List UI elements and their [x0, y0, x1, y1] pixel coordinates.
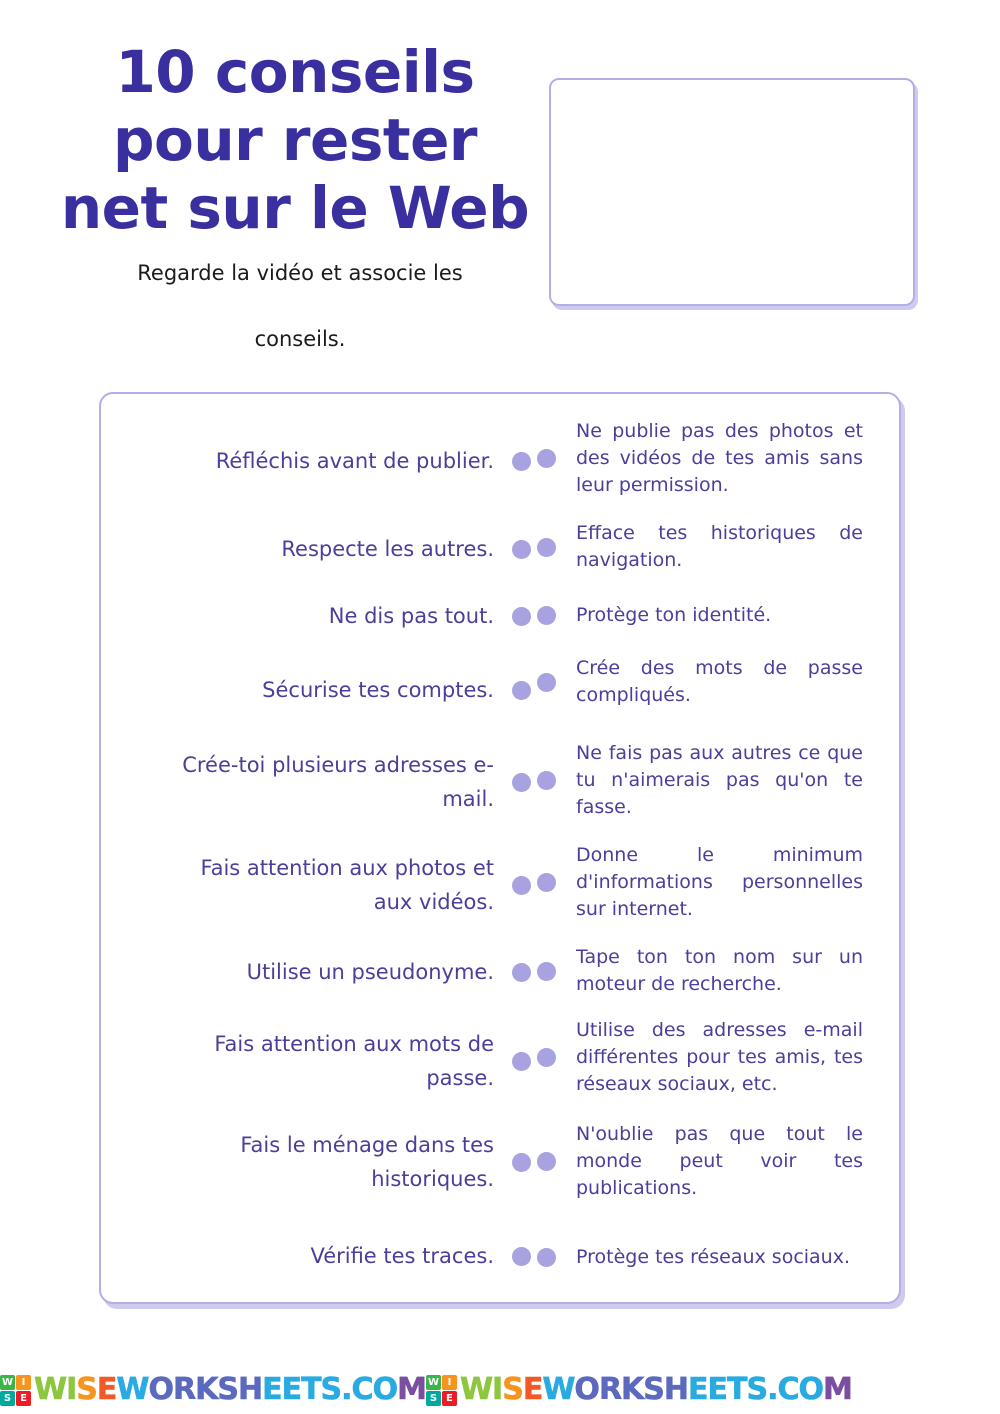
match-row: Protège tes réseaux sociaux.	[537, 1244, 883, 1271]
left-item-label: Crée-toi plusieurs adresses e-mail.	[182, 753, 494, 811]
left-connector-dot[interactable]	[512, 539, 531, 559]
right-item-label: Utilise des adresses e-mail différentes …	[576, 1018, 863, 1095]
left-item-label: Fais attention aux photos et aux vidéos.	[200, 856, 494, 914]
right-connector-dot[interactable]	[537, 537, 556, 557]
logo-tile-s: S	[425, 1390, 441, 1406]
match-row: Tape ton ton nom sur un moteur de recher…	[537, 944, 883, 998]
left-connector-dot[interactable]	[512, 772, 531, 792]
match-row: Sécurise tes comptes.	[121, 673, 531, 707]
page-header: 10 conseils pour rester net sur le Web R…	[0, 0, 1000, 370]
matching-exercise-panel: Réfléchis avant de publier. Respecte les …	[99, 392, 901, 1304]
right-connector-dot[interactable]	[537, 1151, 556, 1171]
left-item-label: Ne dis pas tout.	[328, 604, 494, 628]
match-row: Fais attention aux photos et aux vidéos.	[121, 851, 531, 919]
match-row: Respecte les autres.	[121, 532, 531, 566]
left-connector-dot[interactable]	[512, 1246, 531, 1266]
right-item-label: Efface tes historiques de navigation.	[576, 522, 863, 571]
left-item-label: Fais attention aux mots de passe.	[214, 1032, 494, 1090]
right-item-label: Ne fais pas aux autres ce que tu n'aimer…	[576, 741, 863, 818]
logo-tile-i: I	[16, 1374, 31, 1390]
right-item-label: Protège tes réseaux sociaux.	[576, 1245, 851, 1268]
left-connector-dot[interactable]	[512, 1152, 531, 1172]
wiseworksheets-logo-icon: WISE	[0, 1374, 31, 1406]
matching-grid: Réfléchis avant de publier. Respecte les …	[101, 394, 899, 1302]
right-item-label: Donne le minimum d'informations personne…	[576, 843, 863, 920]
match-row: Réfléchis avant de publier.	[121, 444, 531, 478]
left-connector-dot[interactable]	[512, 451, 531, 471]
match-row: Vérifie tes traces.	[121, 1239, 531, 1273]
page-title: 10 conseils pour rester net sur le Web	[60, 38, 530, 242]
watermark-unit: W I S E WISEWORKSHEETS.COM	[0, 1371, 428, 1409]
match-row: Fais le ménage dans tes historiques.	[121, 1128, 531, 1196]
match-row: Ne publie pas des photos et des vidéos d…	[537, 418, 883, 499]
match-row: N'oublie pas que tout le monde peut voir…	[537, 1121, 883, 1202]
right-connector-dot[interactable]	[537, 770, 556, 790]
right-column: Ne publie pas des photos et des vidéos d…	[537, 394, 883, 1302]
right-connector-dot[interactable]	[537, 1047, 556, 1067]
right-connector-dot[interactable]	[537, 672, 556, 692]
logo-tile-e: E	[441, 1390, 457, 1406]
right-item-label: Tape ton ton nom sur un moteur de recher…	[576, 946, 863, 995]
left-item-label: Vérifie tes traces.	[310, 1244, 494, 1268]
left-item-label: Réfléchis avant de publier.	[215, 449, 494, 473]
left-item-label: Utilise un pseudonyme.	[246, 960, 494, 984]
match-row: Donne le minimum d'informations personne…	[537, 842, 883, 923]
watermark-unit: W I S E WISEWORKSHEETS.COM	[425, 1371, 854, 1409]
match-row: Efface tes historiques de navigation.	[537, 520, 883, 574]
left-column: Réfléchis avant de publier. Respecte les …	[121, 394, 531, 1302]
match-row: Ne dis pas tout.	[121, 599, 531, 633]
footer-watermark: W I S E WISEWORKSHEETS.COM W I S E WISEWORKSHEETS…	[0, 1370, 1000, 1410]
match-row: Utilise un pseudonyme.	[121, 955, 531, 989]
match-row: Protège ton identité.	[537, 602, 883, 629]
left-connector-dot[interactable]	[512, 875, 531, 895]
logo-tile-w: W	[0, 1374, 15, 1390]
left-connector-dot[interactable]	[512, 1051, 531, 1071]
logo-tile-e: E	[16, 1390, 31, 1406]
video-placeholder-box[interactable]	[549, 78, 915, 306]
watermark-text: WISEWORKSHEETS.COM	[34, 1372, 428, 1408]
title-block: 10 conseils pour rester net sur le Web	[60, 38, 530, 242]
right-connector-dot[interactable]	[537, 448, 556, 468]
logo-tile-s: S	[0, 1390, 15, 1406]
left-connector-dot[interactable]	[512, 680, 531, 700]
right-item-label: N'oublie pas que tout le monde peut voir…	[576, 1122, 863, 1199]
match-row: Fais attention aux mots de passe.	[121, 1027, 531, 1095]
left-item-label: Fais le ménage dans tes historiques.	[240, 1133, 494, 1191]
match-row: Crée des mots de passe compliqués.	[537, 655, 883, 709]
logo-tile-w: W	[425, 1374, 441, 1390]
match-row: Crée-toi plusieurs adresses e-mail.	[121, 748, 531, 816]
left-connector-dot[interactable]	[512, 606, 531, 626]
left-connector-dot[interactable]	[512, 962, 531, 982]
match-row: Utilise des adresses e-mail différentes …	[537, 1017, 883, 1098]
right-item-label: Protège ton identité.	[576, 603, 772, 626]
right-connector-dot[interactable]	[537, 872, 556, 892]
right-connector-dot[interactable]	[537, 1247, 556, 1267]
left-item-label: Respecte les autres.	[281, 537, 494, 561]
right-connector-dot[interactable]	[537, 605, 556, 625]
right-connector-dot[interactable]	[537, 961, 556, 981]
wiseworksheets-logo-icon: WISE	[425, 1374, 457, 1406]
right-item-label: Ne publie pas des photos et des vidéos d…	[576, 419, 863, 496]
instructions-line-1: Regarde la vidéo et associe les	[137, 261, 463, 285]
watermark-text: WISEWORKSHEETS.COM	[459, 1372, 854, 1408]
instructions-block: Regarde la vidéo et associe les conseils…	[60, 258, 540, 354]
logo-tile-i: I	[441, 1374, 457, 1390]
match-row: Ne fais pas aux autres ce que tu n'aimer…	[537, 740, 883, 821]
right-item-label: Crée des mots de passe compliqués.	[576, 657, 863, 706]
left-item-label: Sécurise tes comptes.	[262, 678, 494, 702]
instructions-line-2: conseils.	[254, 327, 346, 351]
